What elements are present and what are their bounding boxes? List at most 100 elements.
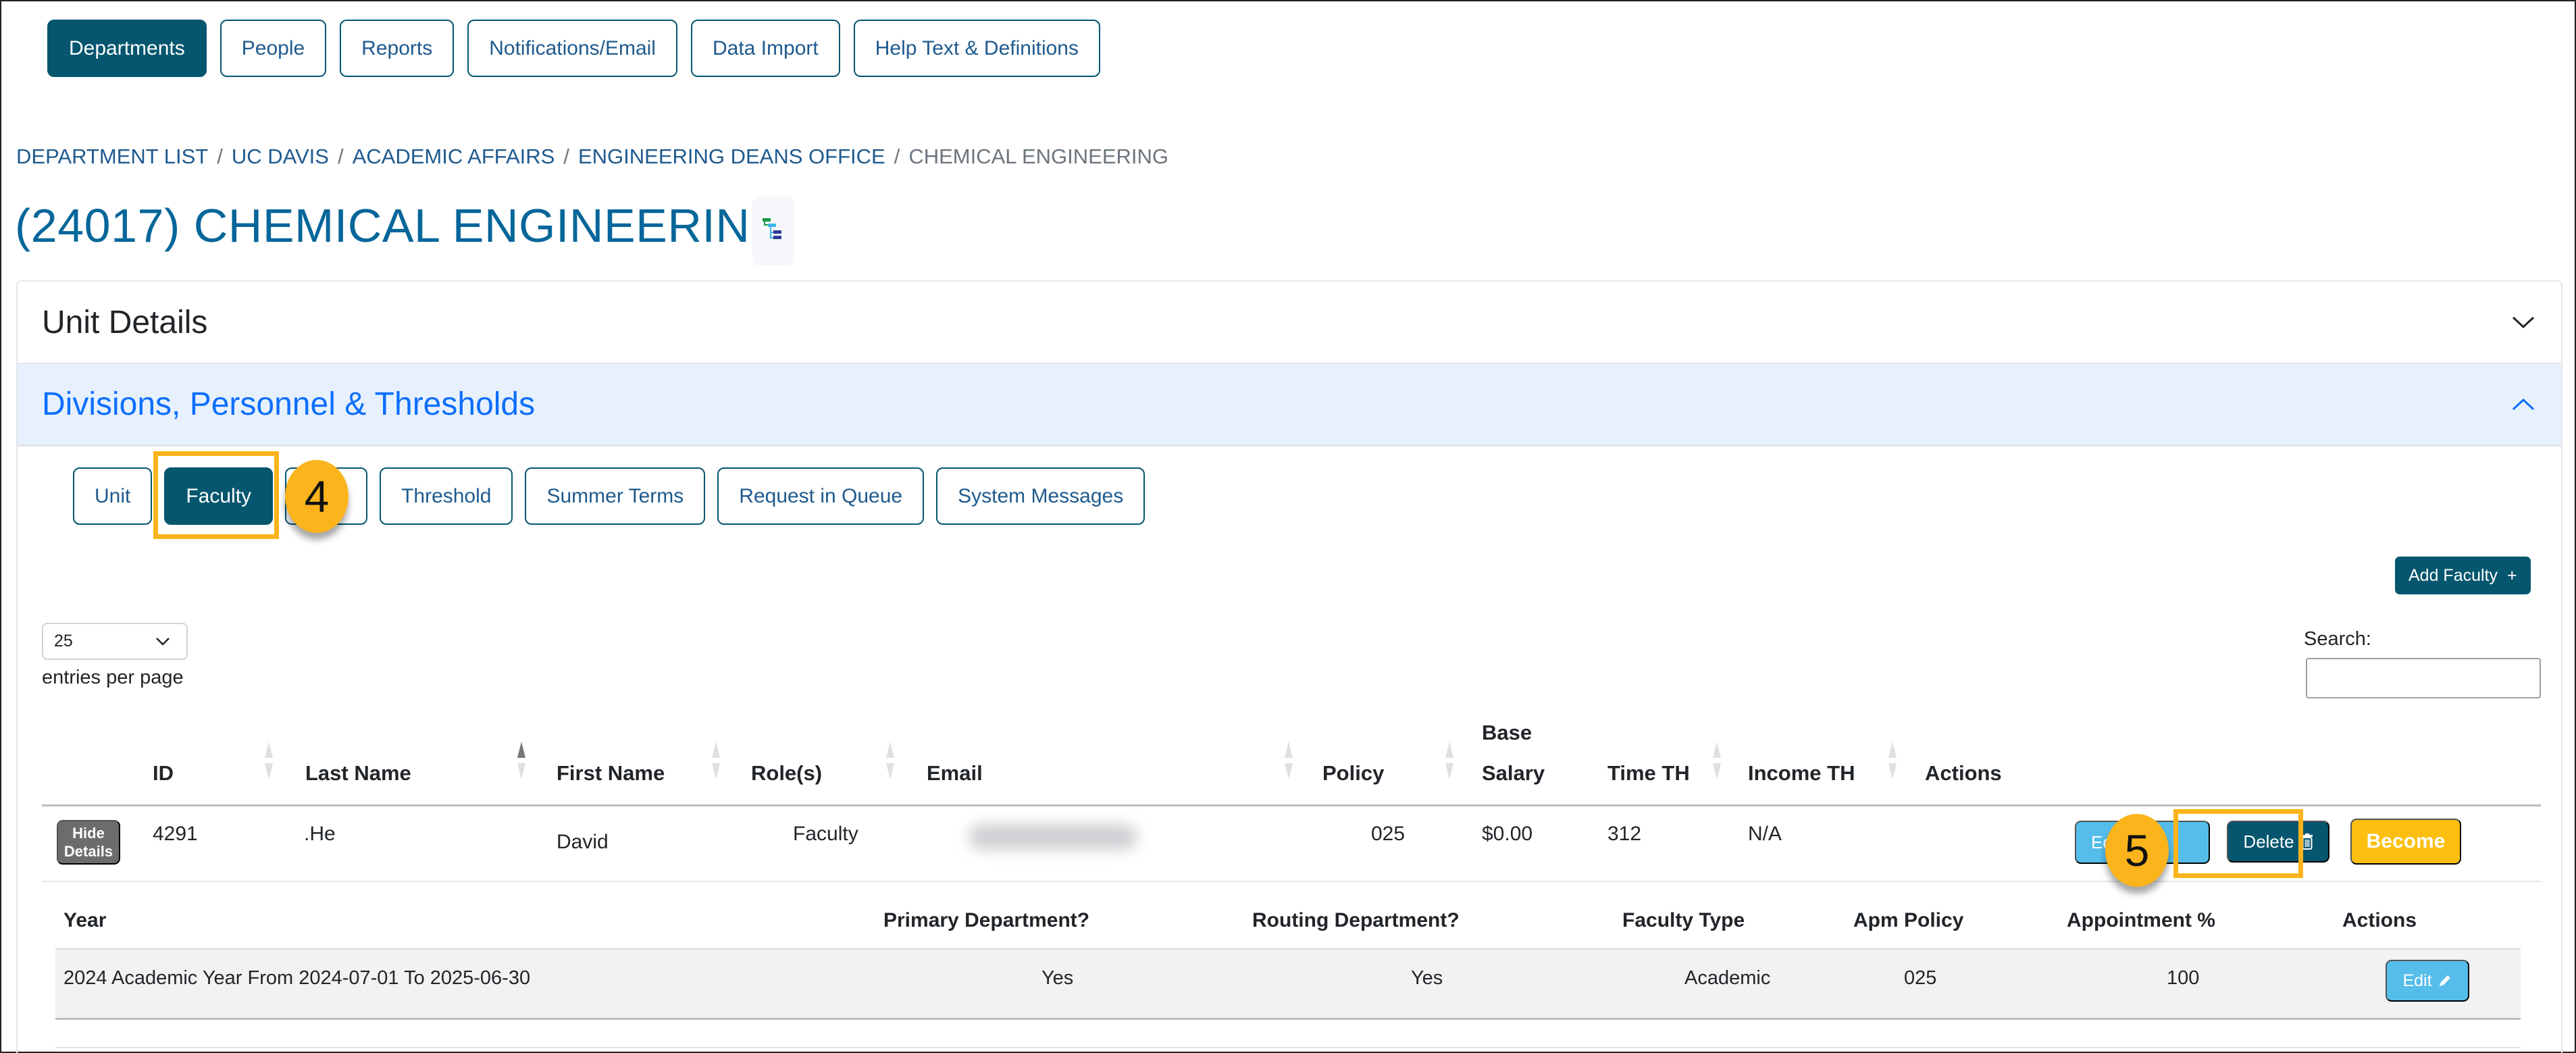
details-cell-appointment-pct: 100	[2167, 967, 2200, 989]
col-roles[interactable]: Role(s)	[751, 761, 822, 786]
page-title: (24017) CHEMICAL ENGINEERING	[15, 199, 788, 252]
delete-label: Delete	[2243, 831, 2294, 852]
details-col-faculty-type: Faculty Type	[1622, 909, 1745, 931]
col-first-name[interactable]: First Name	[557, 761, 665, 786]
tab-threshold[interactable]: Threshold	[380, 467, 513, 525]
add-faculty-label: Add Faculty	[2408, 565, 2498, 585]
breadcrumb-separator: /	[563, 145, 569, 168]
sort-icon[interactable]	[885, 742, 896, 779]
chevron-down-icon[interactable]	[2510, 309, 2537, 336]
step-badge-4: 4	[285, 460, 349, 533]
tab-request-in-queue[interactable]: Request in Queue	[717, 467, 925, 525]
cell-email-redacted	[969, 824, 1137, 850]
details-row: 2024 Academic Year From 2024-07-01 To 20…	[55, 950, 2521, 1020]
org-chart-button[interactable]	[752, 197, 794, 265]
cell-base-salary: $0.00	[1482, 823, 1533, 845]
tab-unit[interactable]: Unit	[73, 467, 153, 525]
chevron-up-icon[interactable]	[2510, 391, 2537, 418]
nav-departments[interactable]: Departments	[47, 20, 207, 77]
sort-icon[interactable]	[1711, 742, 1722, 779]
top-nav: Departments People Reports Notifications…	[47, 20, 1100, 77]
details-cell-primary: Yes	[1041, 967, 1074, 989]
edit-label: Edit	[2402, 971, 2432, 990]
details-table-header: Year Primary Department? Routing Departm…	[55, 882, 2521, 950]
chevron-down-icon	[156, 637, 170, 646]
accordion-unit-details[interactable]: Unit Details	[18, 282, 2561, 364]
faculty-table-header: ID Last Name First Name Role(s) Email Po…	[42, 717, 2541, 806]
accordion-unit-details-title: Unit Details	[42, 304, 208, 340]
col-id[interactable]: ID	[153, 761, 174, 786]
breadcrumb-separator: /	[217, 145, 223, 168]
trash-icon	[2301, 833, 2313, 850]
tab-summer-terms[interactable]: Summer Terms	[525, 467, 706, 525]
hide-details-button[interactable]: Hide Details	[57, 820, 120, 865]
col-email[interactable]: Email	[927, 761, 983, 786]
sort-icon[interactable]	[1887, 742, 1898, 779]
nav-people[interactable]: People	[220, 20, 327, 77]
breadcrumb-department-list[interactable]: DEPARTMENT LIST	[16, 145, 208, 169]
search-input[interactable]	[2306, 658, 2541, 698]
hide-details-label-1: Hide	[72, 825, 105, 842]
sort-icon[interactable]	[263, 742, 274, 779]
details-col-year: Year	[63, 909, 107, 931]
breadcrumb-separator: /	[894, 145, 900, 168]
nav-data-import[interactable]: Data Import	[690, 20, 840, 77]
hide-details-label-2: Details	[63, 843, 113, 860]
sort-icon[interactable]	[1444, 742, 1455, 779]
cell-id: 4291	[153, 823, 198, 845]
search-label: Search:	[2304, 628, 2371, 650]
page-size-select[interactable]: 25	[42, 623, 188, 660]
nav-notifications-email[interactable]: Notifications/Email	[467, 20, 677, 77]
sort-asc-icon[interactable]	[516, 742, 527, 779]
nav-reports[interactable]: Reports	[340, 20, 455, 77]
breadcrumb-separator: /	[337, 145, 344, 168]
details-cell-faculty-type: Academic	[1684, 967, 1771, 989]
tab-system-messages[interactable]: System Messages	[936, 467, 1145, 525]
sort-icon[interactable]	[1283, 742, 1294, 779]
col-last-name[interactable]: Last Name	[305, 761, 411, 786]
plus-icon: +	[2507, 565, 2517, 585]
table-bottom-divider	[55, 1047, 2521, 1048]
details-cell-apm-policy: 025	[1904, 967, 1937, 989]
details-col-apm-policy: Apm Policy	[1853, 909, 1964, 931]
col-policy[interactable]: Policy	[1322, 761, 1384, 786]
accordion-divisions-title: Divisions, Personnel & Thresholds	[42, 386, 536, 422]
breadcrumb-academic-affairs[interactable]: ACADEMIC AFFAIRS	[353, 145, 555, 169]
nav-help-text[interactable]: Help Text & Definitions	[853, 20, 1100, 77]
page-size-value: 25	[54, 632, 73, 650]
cell-policy: 025	[1371, 823, 1406, 845]
cell-time-th: 312	[1607, 823, 1642, 845]
cell-roles: Faculty	[793, 823, 858, 845]
pencil-icon	[2439, 975, 2450, 986]
delete-button[interactable]: Delete	[2227, 821, 2329, 863]
col-base-salary-line2: Salary	[1482, 761, 1545, 785]
col-base-salary-line1: Base	[1482, 721, 1532, 744]
details-cell-routing: Yes	[1411, 967, 1443, 989]
details-col-routing-department: Routing Department?	[1252, 909, 1460, 931]
col-actions: Actions	[1925, 761, 2002, 785]
cell-first-name: David	[557, 831, 609, 853]
details-cell-year: 2024 Academic Year From 2024-07-01 To 20…	[63, 967, 531, 989]
sort-icon[interactable]	[711, 742, 721, 779]
entries-per-page-label: entries per page	[42, 667, 184, 688]
accordion-divisions[interactable]: Divisions, Personnel & Thresholds	[18, 364, 2561, 446]
breadcrumb-chemical-engineering: CHEMICAL ENGINEERING	[908, 145, 1169, 168]
step-badge-5: 5	[2105, 814, 2169, 887]
col-time-th[interactable]: Time TH	[1607, 761, 1690, 786]
edit-appointment-button[interactable]: Edit	[2386, 960, 2469, 1002]
details-col-actions: Actions	[2342, 909, 2417, 931]
col-base-salary[interactable]: Base Salary	[1482, 721, 1545, 786]
breadcrumb-engineering-deans-office[interactable]: ENGINEERING DEANS OFFICE	[578, 145, 885, 169]
breadcrumb: DEPARTMENT LIST / UC DAVIS / ACADEMIC AF…	[16, 145, 1168, 169]
breadcrumb-uc-davis[interactable]: UC DAVIS	[232, 145, 329, 169]
org-chart-icon	[763, 218, 781, 239]
cell-income-th: N/A	[1748, 823, 1782, 845]
col-income-th[interactable]: Income TH	[1748, 761, 1855, 786]
divisions-tabs: Unit Faculty Threshold Summer Terms Requ…	[73, 467, 1145, 525]
add-faculty-button[interactable]: Add Faculty +	[2395, 557, 2531, 594]
details-col-appointment-pct: Appointment %	[2067, 909, 2215, 931]
cell-last-name: .He	[304, 823, 336, 845]
details-col-primary-department: Primary Department?	[883, 909, 1090, 931]
tab-faculty[interactable]: Faculty	[164, 467, 274, 525]
become-button[interactable]: Become	[2350, 819, 2461, 865]
